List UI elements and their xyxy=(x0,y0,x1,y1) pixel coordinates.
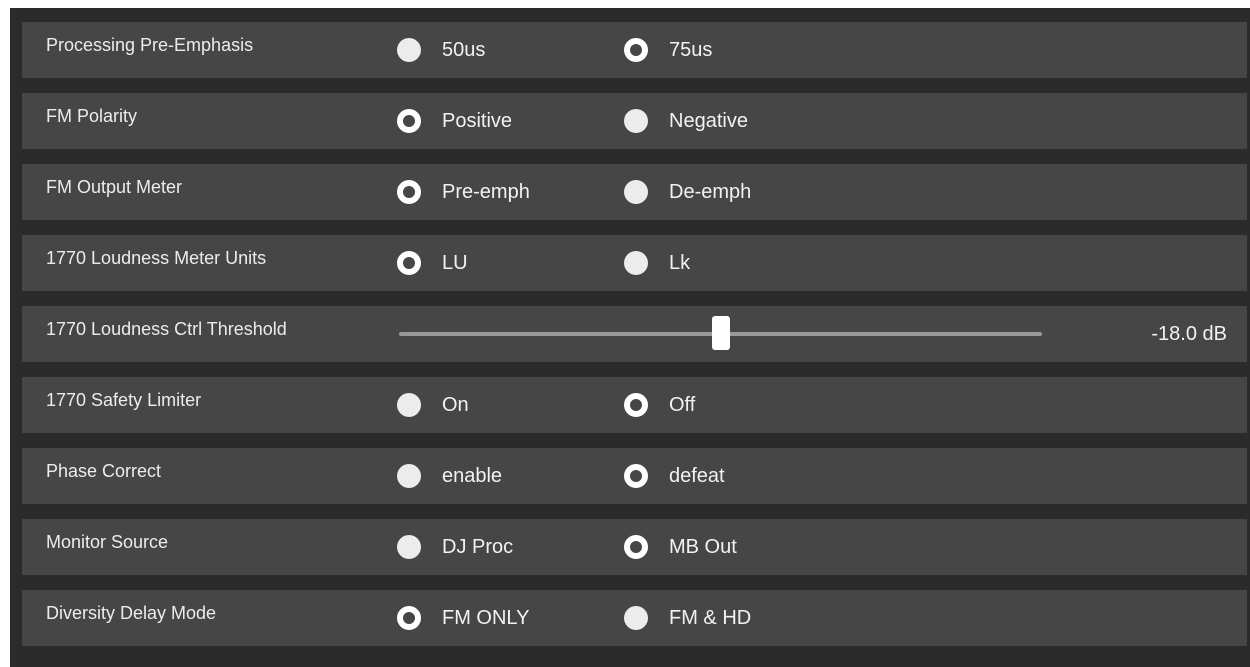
option-defeat[interactable]: defeat xyxy=(624,448,725,504)
setting-label: Monitor Source xyxy=(46,532,169,552)
radio-button-icon[interactable] xyxy=(624,180,648,204)
threshold-slider-handle[interactable] xyxy=(712,316,730,350)
setting-label: 1770 Loudness Ctrl Threshold xyxy=(46,319,287,339)
radio-button-icon[interactable] xyxy=(624,464,648,488)
radio-button-icon[interactable] xyxy=(397,464,421,488)
option-lu[interactable]: LU xyxy=(397,235,468,291)
setting-label: Diversity Delay Mode xyxy=(46,603,217,623)
setting-row-diversity-delay-mode: Diversity Delay Mode FM ONLY FM & HD xyxy=(22,590,1247,646)
radio-button-icon[interactable] xyxy=(624,393,648,417)
setting-label: Phase Correct xyxy=(46,461,162,481)
radio-button-icon[interactable] xyxy=(397,251,421,275)
radio-button-icon[interactable] xyxy=(624,38,648,62)
option-label: Negative xyxy=(669,109,748,132)
radio-button-icon[interactable] xyxy=(624,535,648,559)
option-on[interactable]: On xyxy=(397,377,469,433)
radio-button-icon[interactable] xyxy=(624,251,648,275)
radio-button-icon[interactable] xyxy=(397,180,421,204)
option-label: Off xyxy=(669,393,696,416)
radio-button-icon[interactable] xyxy=(624,109,648,133)
option-lk[interactable]: Lk xyxy=(624,235,690,291)
setting-row-loudness-meter-units: 1770 Loudness Meter Units LU Lk xyxy=(22,235,1247,291)
option-label: enable xyxy=(442,464,503,487)
setting-label: FM Polarity xyxy=(46,106,138,126)
settings-panel: Processing Pre-Emphasis 50us 75us FM Pol… xyxy=(10,8,1250,667)
option-dj-proc[interactable]: DJ Proc xyxy=(397,519,513,575)
setting-row-fm-output-meter: FM Output Meter Pre-emph De-emph xyxy=(22,164,1247,220)
radio-button-icon[interactable] xyxy=(397,606,421,630)
option-label: De-emph xyxy=(669,180,752,203)
option-fm-only[interactable]: FM ONLY xyxy=(397,590,529,646)
option-enable[interactable]: enable xyxy=(397,448,502,504)
option-label: MB Out xyxy=(669,535,737,558)
setting-row-phase-correct: Phase Correct enable defeat xyxy=(22,448,1247,504)
option-label: Pre-emph xyxy=(442,180,530,203)
radio-button-icon[interactable] xyxy=(397,393,421,417)
option-fm-and-hd[interactable]: FM & HD xyxy=(624,590,751,646)
option-label: DJ Proc xyxy=(442,535,514,558)
option-label: Lk xyxy=(669,251,691,274)
option-mb-out[interactable]: MB Out xyxy=(624,519,737,575)
option-label: 75us xyxy=(669,38,713,61)
option-label: defeat xyxy=(669,464,725,487)
setting-row-loudness-ctrl-threshold: 1770 Loudness Ctrl Threshold -18.0 dB xyxy=(22,306,1247,362)
option-75us[interactable]: 75us xyxy=(624,22,712,78)
radio-button-icon[interactable] xyxy=(397,38,421,62)
setting-label: FM Output Meter xyxy=(46,177,183,197)
setting-label: Processing Pre-Emphasis xyxy=(46,35,254,55)
option-label: 50us xyxy=(442,38,486,61)
setting-label: 1770 Safety Limiter xyxy=(46,390,202,410)
option-label: LU xyxy=(442,251,468,274)
threshold-value: -18.0 dB xyxy=(1151,323,1227,345)
option-label: On xyxy=(442,393,469,416)
option-pre-emph[interactable]: Pre-emph xyxy=(397,164,530,220)
setting-row-fm-polarity: FM Polarity Positive Negative xyxy=(22,93,1247,149)
radio-button-icon[interactable] xyxy=(397,109,421,133)
option-50us[interactable]: 50us xyxy=(397,22,485,78)
radio-button-icon[interactable] xyxy=(397,535,421,559)
radio-button-icon[interactable] xyxy=(624,606,648,630)
option-positive[interactable]: Positive xyxy=(397,93,512,149)
setting-label: 1770 Loudness Meter Units xyxy=(46,248,267,268)
setting-row-monitor-source: Monitor Source DJ Proc MB Out xyxy=(22,519,1247,575)
option-label: FM ONLY xyxy=(442,606,530,629)
option-label: FM & HD xyxy=(669,606,752,629)
option-de-emph[interactable]: De-emph xyxy=(624,164,751,220)
setting-row-processing-pre-emphasis: Processing Pre-Emphasis 50us 75us xyxy=(22,22,1247,78)
option-label: Positive xyxy=(442,109,513,132)
option-off[interactable]: Off xyxy=(624,377,695,433)
option-negative[interactable]: Negative xyxy=(624,93,748,149)
setting-row-safety-limiter: 1770 Safety Limiter On Off xyxy=(22,377,1247,433)
